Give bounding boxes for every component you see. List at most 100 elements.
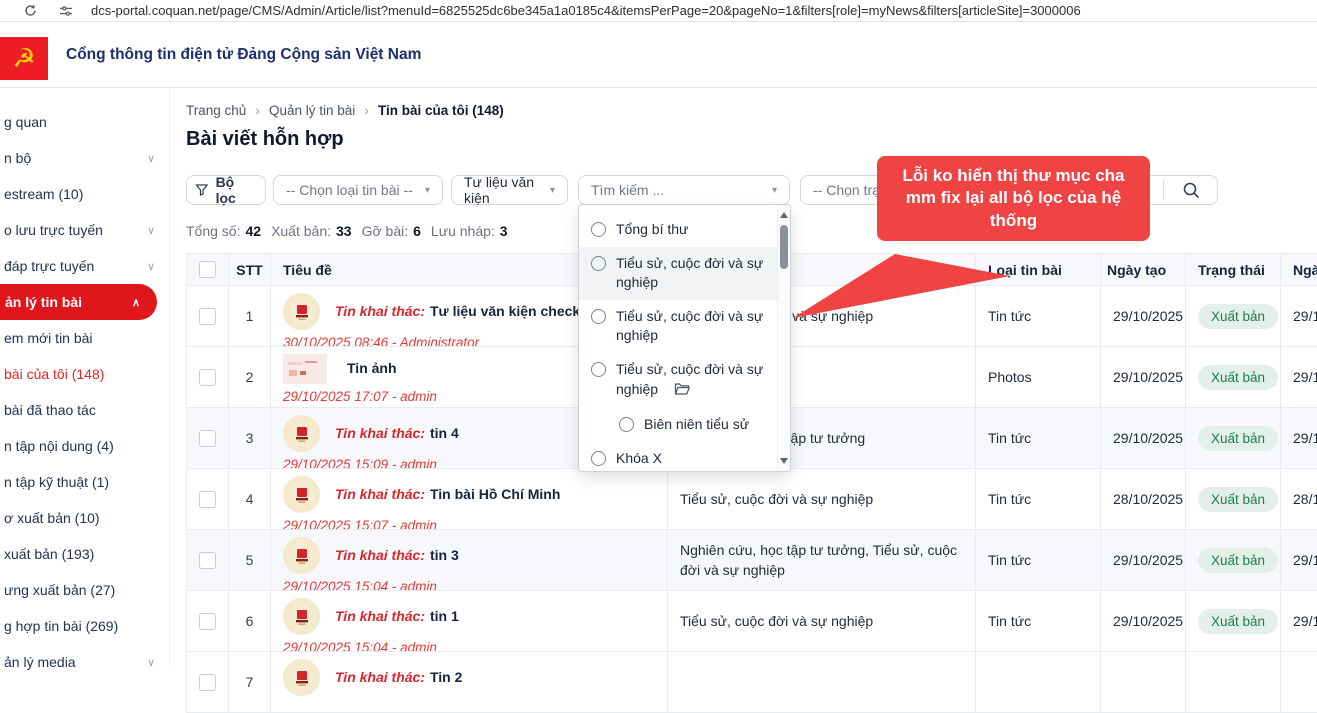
sidebar-item-content-editing[interactable]: n tập nội dung (4) — [0, 428, 169, 464]
removed-label: Gỡ bài: — [362, 223, 409, 239]
site-settings-icon[interactable] — [59, 5, 73, 17]
sidebar-item-my-articles[interactable]: bài của tôi (148) — [0, 356, 169, 392]
cell-category — [668, 652, 976, 713]
annotation-line1: Lỗi ko hiển thị thư mục cha — [889, 165, 1138, 187]
open-folder-icon[interactable] — [674, 382, 690, 402]
filter-button[interactable]: Bộ lọc — [186, 175, 266, 205]
article-title-link[interactable]: Tư liệu văn kiện check 1 — [430, 303, 592, 319]
chevron-down-icon: ∨ — [147, 152, 155, 165]
funnel-icon — [195, 183, 209, 197]
dropdown-option[interactable]: Tiểu sử, cuộc đời và sự nghiệp — [579, 247, 777, 300]
dropdown-option[interactable]: Khóa X — [579, 442, 777, 472]
header-published: Ngày xuất bản — [1281, 254, 1317, 286]
row-checkbox[interactable] — [199, 491, 216, 508]
portal-title: Cổng thông tin điện tử Đảng Cộng sản Việ… — [66, 46, 421, 64]
chevron-up-icon: ∧ — [132, 296, 140, 309]
sidebar-item-online-qa[interactable]: đáp trực tuyến∨ — [0, 248, 169, 284]
category-search-combobox[interactable]: Tìm kiếm ...▾ — [578, 175, 790, 205]
radio-icon — [591, 256, 606, 271]
breadcrumb-section[interactable]: Quản lý tin bài — [269, 103, 355, 118]
dropdown-scrollbar[interactable] — [777, 205, 790, 471]
cell-type: Tin tức — [976, 469, 1101, 530]
header-created: Ngày tạo — [1101, 254, 1186, 286]
sidebar-item-unpublished[interactable]: ưng xuất bản (27) — [0, 572, 169, 608]
cell-category: Tiểu sử, cuộc đời và sự nghiệp — [668, 469, 976, 530]
article-meta: 29/10/2025 15:04 - admin — [283, 640, 655, 652]
cell-type — [976, 652, 1101, 713]
table-row: 4 Tin khai thác:Tin bài Hồ Chí Minh 29/1… — [187, 469, 1317, 530]
scroll-up-arrow[interactable] — [780, 212, 788, 218]
article-type-select[interactable]: -- Chọn loại tin bài --▾ — [273, 175, 443, 205]
radio-icon — [591, 451, 606, 466]
article-title-link[interactable]: tin 4 — [430, 425, 459, 441]
breadcrumb-separator: › — [364, 102, 369, 118]
sidebar-item-handled-articles[interactable]: bài đã thao tác — [0, 392, 169, 428]
cell-type: Tin tức — [976, 530, 1101, 591]
sidebar-item-overview[interactable]: g quan — [0, 104, 169, 140]
dropdown-option[interactable]: Tiểu sử, cuộc đời và sự nghiệp — [579, 353, 777, 408]
row-checkbox[interactable] — [199, 308, 216, 325]
category-dropdown-panel: Tổng bí thư Tiểu sử, cuộc đời và sự nghi… — [578, 204, 791, 472]
status-badge: Xuất bản — [1198, 487, 1278, 512]
sidebar-item-new-article[interactable]: em mới tin bài — [0, 320, 169, 356]
sidebar-item-article-management[interactable]: ản lý tin bài∧ — [0, 284, 157, 320]
row-checkbox[interactable] — [199, 369, 216, 386]
dropdown-option[interactable]: Tổng bí thư — [579, 213, 777, 247]
cell-type: Tin tức — [976, 591, 1101, 652]
scroll-down-arrow[interactable] — [780, 458, 788, 464]
article-title-link[interactable]: Tin ảnh — [347, 360, 397, 376]
article-title-link[interactable]: tin 1 — [430, 608, 459, 624]
status-badge: Xuất bản — [1198, 304, 1278, 329]
breadcrumb-current: Tin bài của tôi (148) — [378, 103, 504, 118]
breadcrumb-home[interactable]: Trang chủ — [186, 103, 246, 118]
article-thumbnail — [283, 354, 327, 384]
document-source-select[interactable]: Tư liệu văn kiện▾ — [451, 175, 568, 205]
row-checkbox[interactable] — [199, 613, 216, 630]
article-title-link[interactable]: Tin bài Hồ Chí Minh — [430, 486, 560, 502]
total-value: 42 — [245, 223, 261, 239]
removed-value: 6 — [413, 223, 421, 239]
article-title-link[interactable]: tin 3 — [430, 547, 459, 563]
cell-published — [1281, 652, 1317, 713]
row-checkbox[interactable] — [199, 674, 216, 691]
chevron-down-icon: ∨ — [147, 224, 155, 237]
sidebar-item-all-articles[interactable]: g hợp tin bài (269) — [0, 608, 169, 644]
exploited-news-tag: Tin khai thác: — [335, 303, 425, 319]
cell-type: Photos — [976, 347, 1101, 408]
article-title-link[interactable]: Tin 2 — [430, 669, 462, 685]
cell-published: 29/10/2025 — [1281, 591, 1317, 652]
table-row: 7 Tin khai thác:Tin 2 — [187, 652, 1317, 713]
search-button[interactable] — [1164, 181, 1217, 199]
annotation-tooltip: Lỗi ko hiển thị thư mục cha mm fix lại a… — [877, 156, 1150, 241]
sidebar-item-livestream[interactable]: estream (10) — [0, 176, 169, 212]
sidebar-item-staff[interactable]: n bộ∨ — [0, 140, 169, 176]
total-label: Tổng số: — [186, 223, 240, 239]
chevron-down-icon: ∨ — [147, 260, 155, 273]
status-badge: Xuất bản — [1198, 365, 1278, 390]
article-thumbnail — [283, 415, 320, 452]
sidebar-item-media-management[interactable]: ản lý media∨ — [0, 644, 169, 680]
article-thumbnail — [283, 476, 320, 513]
radio-icon — [591, 222, 606, 237]
row-checkbox[interactable] — [199, 552, 216, 569]
article-thumbnail — [283, 537, 320, 574]
sidebar-item-published[interactable]: xuất bản (193) — [0, 536, 169, 572]
dropdown-option-child[interactable]: Biên niên tiểu sử — [579, 408, 777, 442]
sidebar-item-technical-editing[interactable]: n tập kỹ thuật (1) — [0, 464, 169, 500]
table-row: 5 Tin khai thác:tin 3 29/10/2025 15:04 -… — [187, 530, 1317, 591]
url-text[interactable]: dcs-portal.coquan.net/page/CMS/Admin/Art… — [91, 3, 1081, 18]
caret-down-icon: ▾ — [550, 185, 555, 196]
sidebar-item-pending-publish[interactable]: ơ xuất bản (10) — [0, 500, 169, 536]
caret-down-icon: ▾ — [425, 185, 430, 196]
cell-published: 29/10/2025 — [1281, 347, 1317, 408]
annotation-arrow — [780, 252, 1020, 322]
cell-published: 29/10/2025 — [1281, 530, 1317, 591]
row-checkbox[interactable] — [199, 430, 216, 447]
sidebar-item-online-exchange[interactable]: o lưu trực tuyến∨ — [0, 212, 169, 248]
reload-icon[interactable] — [24, 4, 37, 17]
cell-type: Tin tức — [976, 408, 1101, 469]
select-all-checkbox[interactable] — [199, 261, 216, 278]
cell-created: 29/10/2025 — [1101, 286, 1186, 347]
status-badge: Xuất bản — [1198, 426, 1278, 451]
dropdown-option[interactable]: Tiểu sử, cuộc đời và sự nghiệp — [579, 300, 777, 353]
